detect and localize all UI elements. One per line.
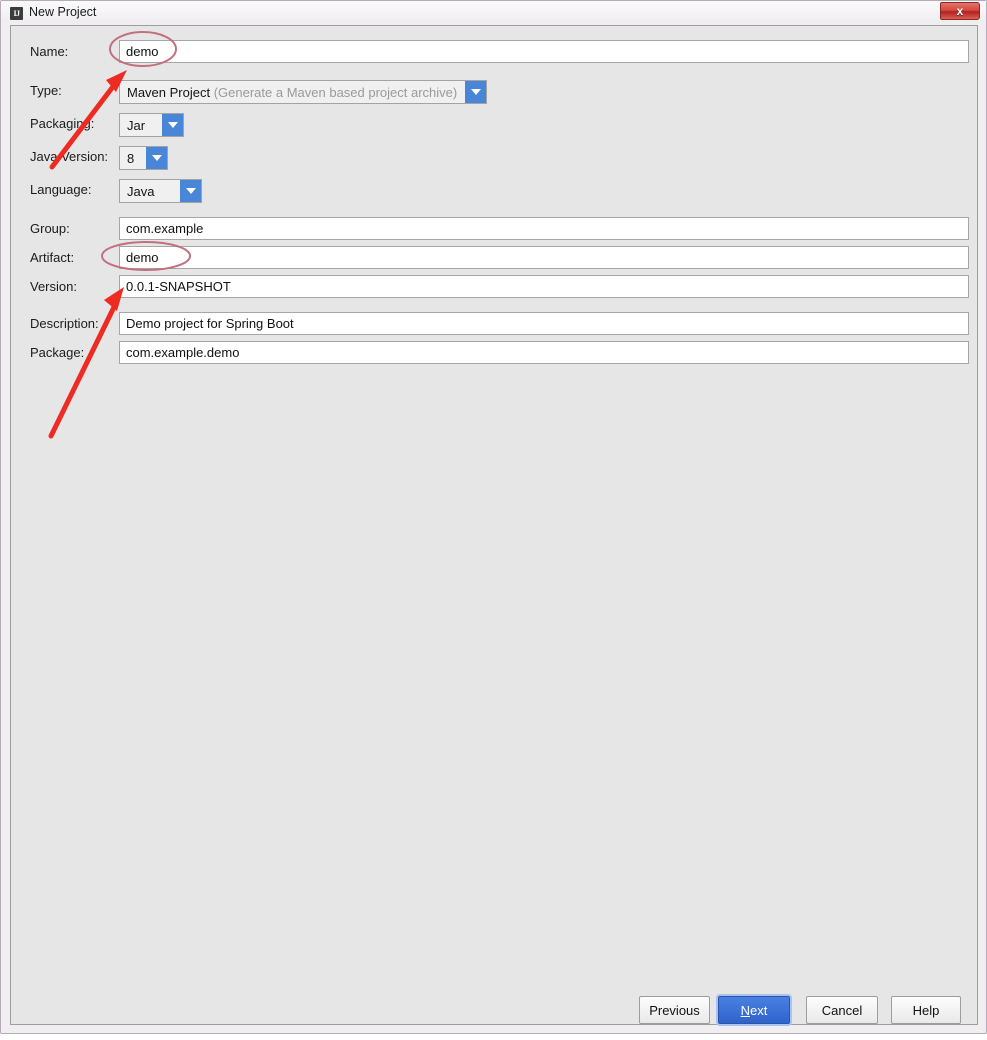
java-version-combobox-value: 8 xyxy=(127,150,135,166)
package-input[interactable]: com.example.demo xyxy=(119,341,969,364)
dialog-title: New Project xyxy=(29,5,97,19)
label-version: Version: xyxy=(30,279,77,294)
language-combobox-value: Java xyxy=(127,183,155,199)
packaging-combobox[interactable]: Jar xyxy=(119,113,184,137)
label-package: Package: xyxy=(30,345,85,360)
description-input[interactable]: Demo project for Spring Boot xyxy=(119,312,969,335)
label-artifact: Artifact: xyxy=(30,250,75,265)
help-button[interactable]: Help xyxy=(891,996,961,1024)
cancel-button[interactable]: Cancel xyxy=(806,996,878,1024)
label-name: Name: xyxy=(30,44,69,59)
label-packaging: Packaging: xyxy=(30,116,95,131)
screenshot-root: IJ New Project x Name: demo Type: Maven … xyxy=(0,0,987,1040)
chevron-down-icon[interactable] xyxy=(180,180,201,202)
type-combobox-value: Maven Project (Generate a Maven based pr… xyxy=(127,84,458,100)
previous-button[interactable]: Previous xyxy=(639,996,710,1024)
language-combobox[interactable]: Java xyxy=(119,179,202,203)
type-combobox[interactable]: Maven Project (Generate a Maven based pr… xyxy=(119,80,487,104)
chevron-down-icon[interactable] xyxy=(465,81,486,103)
next-button[interactable]: Next xyxy=(718,996,790,1024)
label-group: Group: xyxy=(30,221,70,236)
intellij-idea-icon: IJ xyxy=(10,7,23,20)
name-input[interactable]: demo xyxy=(119,40,969,63)
dialog-content-panel: Name: demo Type: Maven Project (Generate… xyxy=(10,25,978,1025)
new-project-dialog: IJ New Project x Name: demo Type: Maven … xyxy=(0,0,987,1034)
artifact-input[interactable]: demo xyxy=(119,246,969,269)
group-input[interactable]: com.example xyxy=(119,217,969,240)
label-language: Language: xyxy=(30,182,92,197)
close-icon[interactable]: x xyxy=(940,2,980,20)
java-version-combobox[interactable]: 8 xyxy=(119,146,168,170)
label-description: Description: xyxy=(30,316,99,331)
next-button-label: Next xyxy=(740,1002,768,1018)
packaging-combobox-value: Jar xyxy=(127,117,146,133)
chevron-down-icon[interactable] xyxy=(146,147,167,169)
label-type: Type: xyxy=(30,83,62,98)
version-input[interactable]: 0.0.1-SNAPSHOT xyxy=(119,275,969,298)
dialog-titlebar: IJ New Project x xyxy=(1,1,986,22)
type-combobox-hint: (Generate a Maven based project archive) xyxy=(213,84,458,100)
label-java-version: Java Version: xyxy=(30,149,109,164)
chevron-down-icon[interactable] xyxy=(162,114,183,136)
